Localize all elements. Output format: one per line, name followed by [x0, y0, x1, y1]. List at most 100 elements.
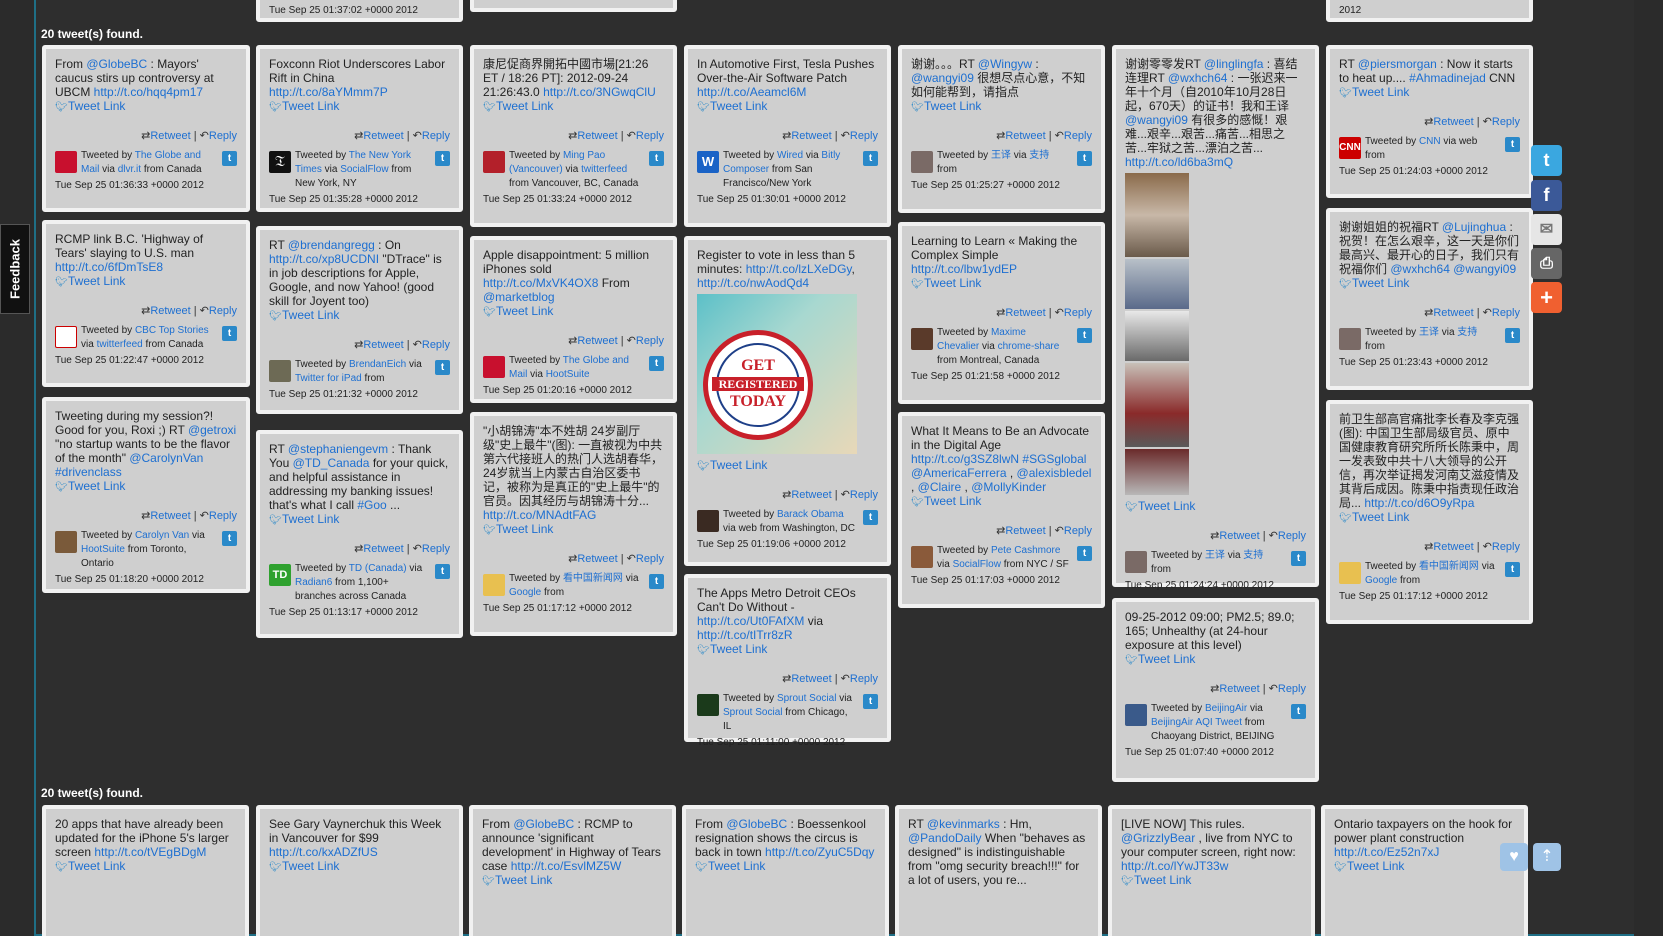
twitter-icon[interactable]: t: [649, 356, 664, 371]
source-link[interactable]: BeijingAir AQI Tweet: [1151, 717, 1242, 728]
mention-link[interactable]: @Wingyw: [978, 57, 1032, 71]
tweet-url[interactable]: http://t.co/Ez52n7xJ: [1334, 845, 1439, 859]
user-link[interactable]: CBC Top Stories: [135, 325, 209, 336]
email-share-icon[interactable]: ✉: [1531, 214, 1562, 245]
mention-link[interactable]: @getroxi: [188, 423, 236, 437]
mention-link[interactable]: @brendangregg: [288, 238, 375, 252]
hashtag-link[interactable]: #SGSglobal: [1022, 452, 1086, 466]
avatar[interactable]: [1339, 328, 1361, 350]
tweet-link[interactable]: 🐦︎Tweet Link: [697, 99, 878, 113]
retweet-button[interactable]: Retweet: [1219, 683, 1259, 695]
tweet-url[interactable]: http://t.co/nwAodQd4: [697, 276, 809, 290]
twitter-icon[interactable]: t: [863, 151, 878, 166]
user-link[interactable]: Carolyn Van: [135, 530, 189, 541]
tweet-link[interactable]: 🐦︎Tweet Link: [697, 458, 878, 472]
photo-thumbnail[interactable]: [1125, 363, 1189, 447]
tweet-link[interactable]: 🐦︎Tweet Link: [269, 859, 450, 873]
tweet-url[interactable]: http://t.co/lzLXeDGy: [746, 262, 852, 276]
source-link[interactable]: twitterfeed: [581, 164, 627, 175]
tweet-url[interactable]: http://t.co/6fDmTsE8: [55, 260, 163, 274]
source-link[interactable]: Radian6: [295, 577, 332, 588]
tweet-url[interactable]: http://t.co/lYwJT33w: [1121, 859, 1228, 873]
tweet-link[interactable]: 🐦︎Tweet Link: [1334, 859, 1515, 873]
print-icon[interactable]: ⎙: [1531, 248, 1562, 279]
avatar[interactable]: [55, 151, 77, 173]
hashtag-link[interactable]: #drivenclass: [55, 465, 122, 479]
mention-link[interactable]: @wangyi09: [911, 71, 974, 85]
tweet-link[interactable]: 🐦︎Tweet Link: [1339, 276, 1520, 290]
retweet-button[interactable]: Retweet: [577, 553, 617, 565]
tweet-url[interactable]: http://t.co/MxVK4OX8: [483, 276, 598, 290]
twitter-icon[interactable]: t: [1291, 704, 1306, 719]
reply-button[interactable]: Reply: [209, 305, 237, 317]
photo-thumbnail[interactable]: [1125, 259, 1189, 309]
tweet-url[interactable]: http://t.co/ZyuC5Dqy: [765, 845, 874, 859]
user-link[interactable]: 看中国新闻网: [563, 573, 623, 584]
tweet-link[interactable]: 🐦︎Tweet Link: [55, 479, 237, 493]
mention-link[interactable]: @TD_Canada: [293, 456, 370, 470]
tweet-link[interactable]: 🐦︎Tweet Link: [697, 642, 878, 656]
tweet-link[interactable]: 🐦︎Tweet Link: [55, 99, 237, 113]
avatar[interactable]: 𝔗: [269, 151, 291, 173]
mention-link[interactable]: @GlobeBC: [513, 817, 574, 831]
avatar[interactable]: [911, 151, 933, 173]
hashtag-link[interactable]: #Ahmadinejad: [1409, 71, 1486, 85]
mention-link[interactable]: @Lujinghua: [1442, 220, 1506, 234]
tweet-link[interactable]: 🐦︎Tweet Link: [695, 859, 876, 873]
tweet-link[interactable]: 🐦︎Tweet Link: [911, 99, 1092, 113]
reply-button[interactable]: Reply: [209, 130, 237, 142]
mention-link[interactable]: @Claire: [918, 480, 962, 494]
reply-button[interactable]: Reply: [850, 130, 878, 142]
tweet-link[interactable]: 🐦︎Tweet Link: [483, 522, 664, 536]
photo-thumbnail[interactable]: [1125, 449, 1189, 495]
scroll-to-top-icon[interactable]: ⇡: [1533, 843, 1561, 871]
tweet-link[interactable]: 🐦︎Tweet Link: [1339, 510, 1520, 524]
reply-button[interactable]: Reply: [422, 339, 450, 351]
avatar[interactable]: [1339, 562, 1361, 584]
twitter-icon[interactable]: t: [222, 326, 237, 341]
mention-link[interactable]: @wangyi09: [1125, 113, 1188, 127]
user-link[interactable]: 王译: [1205, 550, 1225, 561]
reply-button[interactable]: Reply: [1492, 541, 1520, 553]
retweet-button[interactable]: Retweet: [791, 673, 831, 685]
reply-button[interactable]: Reply: [422, 130, 450, 142]
user-link[interactable]: Pete Cashmore: [991, 545, 1060, 556]
tweet-image[interactable]: GET REGISTERED TODAY: [697, 294, 857, 454]
retweet-button[interactable]: Retweet: [1005, 307, 1045, 319]
twitter-icon[interactable]: t: [435, 360, 450, 375]
user-link[interactable]: TD (Canada): [349, 563, 407, 574]
user-link[interactable]: BeijingAir: [1205, 703, 1247, 714]
mention-link[interactable]: @wangyi09: [1453, 262, 1516, 276]
mention-link[interactable]: @GlobeBC: [726, 817, 787, 831]
tweet-link[interactable]: 🐦︎Tweet Link: [269, 99, 450, 113]
mention-link[interactable]: @MollyKinder: [971, 480, 1046, 494]
favorite-heart-icon[interactable]: ♥: [1500, 843, 1528, 871]
twitter-icon[interactable]: t: [435, 564, 450, 579]
retweet-button[interactable]: Retweet: [363, 543, 403, 555]
retweet-button[interactable]: Retweet: [1005, 525, 1045, 537]
mention-link[interactable]: @PandoDaily: [908, 831, 982, 845]
user-link[interactable]: Sprout Social: [777, 693, 836, 704]
user-link[interactable]: Barack Obama: [777, 509, 844, 520]
retweet-button[interactable]: Retweet: [1433, 307, 1473, 319]
mention-link[interactable]: @GlobeBC: [86, 57, 147, 71]
mention-link[interactable]: @stephaniengevm: [288, 442, 388, 456]
retweet-button[interactable]: Retweet: [1433, 541, 1473, 553]
tweet-link[interactable]: 🐦︎Tweet Link: [55, 274, 237, 288]
user-link[interactable]: Wired: [777, 150, 803, 161]
user-link[interactable]: CNN: [1419, 136, 1441, 147]
tweet-url[interactable]: http://t.co/lbw1ydEP: [911, 262, 1017, 276]
twitter-icon[interactable]: t: [649, 574, 664, 589]
source-link[interactable]: Twitter for iPad: [295, 373, 362, 384]
source-link[interactable]: HootSuite: [546, 369, 590, 380]
mention-link[interactable]: @kevinmarks: [927, 817, 1000, 831]
tweet-link[interactable]: 🐦︎Tweet Link: [911, 494, 1092, 508]
reply-button[interactable]: Reply: [209, 510, 237, 522]
source-link[interactable]: 支持: [1243, 550, 1263, 561]
tweet-link[interactable]: 🐦︎Tweet Link: [483, 304, 664, 318]
source-link[interactable]: 支持: [1457, 327, 1477, 338]
avatar[interactable]: CNN: [1339, 137, 1361, 159]
tweet-link[interactable]: 🐦︎Tweet Link: [911, 276, 1092, 290]
source-link[interactable]: 支持: [1029, 150, 1049, 161]
tweet-url[interactable]: http://t.co/ld6ba3mQ: [1125, 155, 1233, 169]
